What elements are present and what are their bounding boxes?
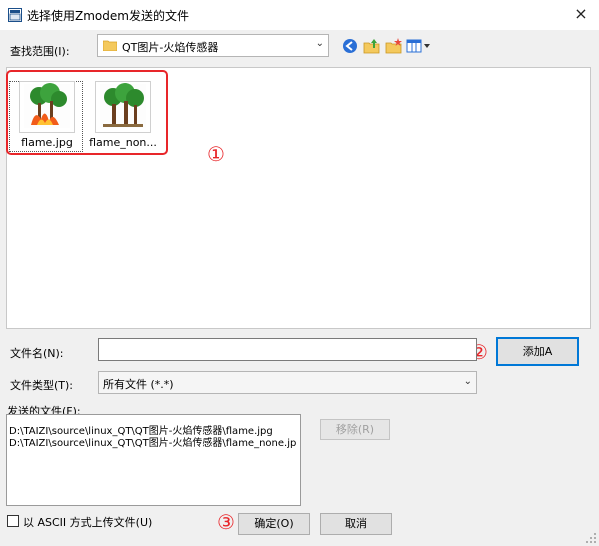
app-icon <box>8 8 22 22</box>
add-button-label: 添加A <box>522 345 553 358</box>
lookin-value: QT图片-火焰传感器 <box>122 41 219 54</box>
folder-icon <box>103 40 117 51</box>
remove-button[interactable]: 移除(R) <box>320 419 390 440</box>
window-title: 选择使用Zmodem发送的文件 <box>27 9 189 23</box>
cancel-button[interactable]: 取消 <box>320 513 392 535</box>
annotation-mark-1: ① <box>207 142 225 166</box>
view-menu-icon[interactable] <box>406 37 432 55</box>
chevron-down-icon: ⌄ <box>463 376 472 387</box>
filetype-combo[interactable]: 所有文件 (*.*) ⌄ <box>98 371 477 394</box>
annotation-mark-3: ③ <box>217 510 235 534</box>
list-item[interactable]: D:\TAIZI\source\linux_QT\QT图片-火焰传感器\flam… <box>9 434 296 449</box>
filename-label: 文件名(N): <box>10 347 64 360</box>
ok-button[interactable]: 确定(O) <box>238 513 310 535</box>
add-button[interactable]: 添加A <box>496 337 579 366</box>
lookin-combo[interactable]: QT图片-火焰传感器 ⌄ <box>97 34 329 57</box>
sent-files-list[interactable]: D:\TAIZI\source\linux_QT\QT图片-火焰传感器\flam… <box>6 414 301 506</box>
close-icon[interactable]: × <box>570 3 592 25</box>
back-icon[interactable] <box>341 37 359 55</box>
ascii-checkbox[interactable] <box>7 515 19 527</box>
new-folder-icon[interactable] <box>385 37 403 55</box>
filetype-label: 文件类型(T): <box>10 379 74 392</box>
filename-input[interactable] <box>98 338 477 361</box>
annotation-box <box>6 70 168 155</box>
resize-grip-icon[interactable] <box>585 532 597 544</box>
filetype-value: 所有文件 (*.*) <box>103 378 174 391</box>
chevron-down-icon: ⌄ <box>315 38 324 49</box>
ascii-checkbox-label[interactable]: 以 ASCII 方式上传文件(U) <box>23 514 152 530</box>
up-folder-icon[interactable] <box>363 37 381 55</box>
title-bar: 选择使用Zmodem发送的文件 × <box>0 0 599 30</box>
lookin-label: 查找范围(I): <box>10 45 70 58</box>
